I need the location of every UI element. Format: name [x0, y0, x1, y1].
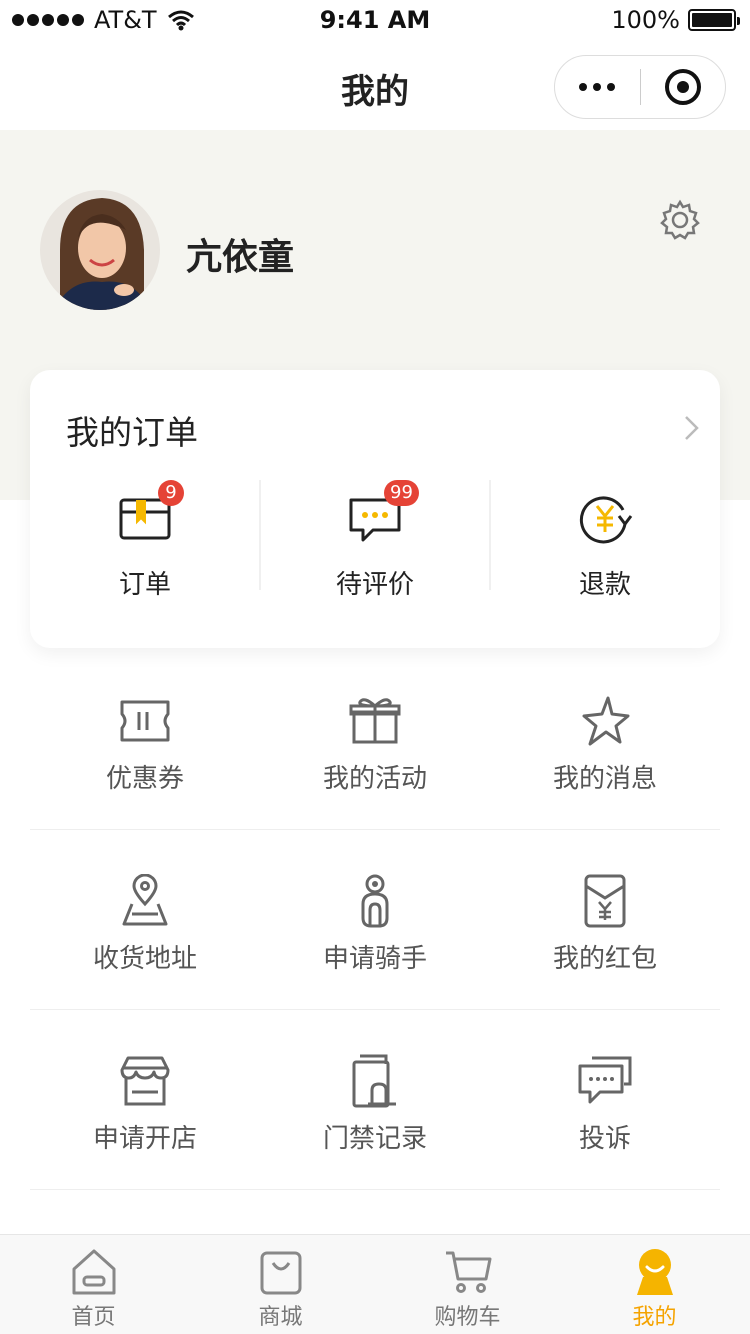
status-bar: AT&T 9:41 AM 100% [0, 0, 750, 40]
pending-review-badge: 99 [384, 480, 419, 506]
grid-item-label: 我的消息 [552, 764, 657, 794]
grid-row: 收货地址 申请骑手 我的红包 [30, 830, 720, 1010]
gear-icon[interactable] [658, 198, 702, 242]
home-icon [72, 1249, 116, 1295]
location-map-icon [122, 874, 168, 926]
grid-item-my-messages[interactable]: 我的消息 [490, 650, 720, 830]
tab-bar: 首页 商城 购物车 我的 [0, 1234, 750, 1334]
tab-cart[interactable]: 购物车 [374, 1235, 561, 1334]
grid-row: 优惠券 我的活动 我的消息 [30, 650, 720, 830]
grid-item-label: 收货地址 [92, 944, 197, 974]
coupon-icon [120, 700, 170, 742]
rider-icon [361, 874, 389, 928]
tab-label: 首页 [71, 1305, 116, 1330]
target-circle-icon [664, 69, 701, 105]
grid-item-label: 申请骑手 [322, 944, 427, 974]
red-envelope-icon [584, 874, 626, 928]
grid-row: 申请开店 门禁记录 投诉 [30, 1010, 720, 1190]
battery-icon [688, 9, 740, 31]
order-item-pending-review[interactable]: 99 待评价 [260, 480, 490, 600]
grid-item-my-activities[interactable]: 我的活动 [260, 650, 490, 830]
star-icon [582, 696, 630, 746]
tab-label: 我的 [632, 1305, 677, 1330]
battery-percent: 100% [611, 6, 680, 34]
nav-bar: 我的 [0, 40, 750, 130]
grid-item-label: 申请开店 [92, 1124, 197, 1154]
grid-item-label: 投诉 [578, 1124, 631, 1154]
order-item-label: 退款 [578, 570, 631, 600]
door-access-icon [352, 1054, 396, 1108]
order-item-label: 订单 [118, 570, 171, 600]
profile-icon [637, 1249, 673, 1295]
tab-home[interactable]: 首页 [0, 1235, 187, 1334]
order-item-orders[interactable]: 9 订单 [30, 480, 260, 600]
more-button[interactable] [555, 55, 640, 119]
close-miniprogram-button[interactable] [641, 55, 726, 119]
grid-item-shipping-address[interactable]: 收货地址 [30, 830, 260, 1010]
feature-grid: 优惠券 我的活动 我的消息 收货地址 申请骑手 我的红包 申请开店 门禁记录 投… [30, 650, 720, 1190]
status-right: 100% [611, 6, 740, 34]
refund-yen-icon [579, 496, 633, 544]
cart-icon [446, 1251, 492, 1293]
my-orders-card: 我的订单 9 订单 99 待评价 退款 [30, 370, 720, 648]
grid-item-access-records[interactable]: 门禁记录 [260, 1010, 490, 1190]
store-icon [120, 1056, 170, 1106]
more-dots-icon [579, 83, 588, 91]
grid-item-complaint[interactable]: 投诉 [490, 1010, 720, 1190]
orders-badge: 9 [158, 480, 184, 506]
complaint-chat-icon [578, 1056, 632, 1104]
grid-item-open-store[interactable]: 申请开店 [30, 1010, 260, 1190]
username: 亢依童 [186, 237, 295, 278]
shopping-bag-icon [260, 1251, 302, 1295]
grid-item-label: 优惠券 [105, 764, 184, 794]
grid-item-my-red-packets[interactable]: 我的红包 [490, 830, 720, 1010]
order-item-refund[interactable]: 退款 [490, 480, 720, 600]
tab-mine[interactable]: 我的 [561, 1235, 748, 1334]
tab-mall[interactable]: 商城 [187, 1235, 374, 1334]
tab-label: 商城 [258, 1305, 303, 1330]
avatar[interactable] [40, 190, 160, 310]
my-orders-title[interactable]: 我的订单 [66, 406, 198, 454]
tab-label: 购物车 [434, 1305, 501, 1330]
grid-item-label: 我的活动 [322, 764, 427, 794]
grid-item-apply-rider[interactable]: 申请骑手 [260, 830, 490, 1010]
gift-icon [349, 698, 401, 744]
order-item-label: 待评价 [335, 570, 414, 600]
grid-item-label: 门禁记录 [322, 1124, 427, 1154]
grid-item-coupons[interactable]: 优惠券 [30, 650, 260, 830]
miniprogram-capsule [554, 55, 726, 119]
chevron-right-icon[interactable] [682, 414, 702, 442]
grid-item-label: 我的红包 [552, 944, 657, 974]
